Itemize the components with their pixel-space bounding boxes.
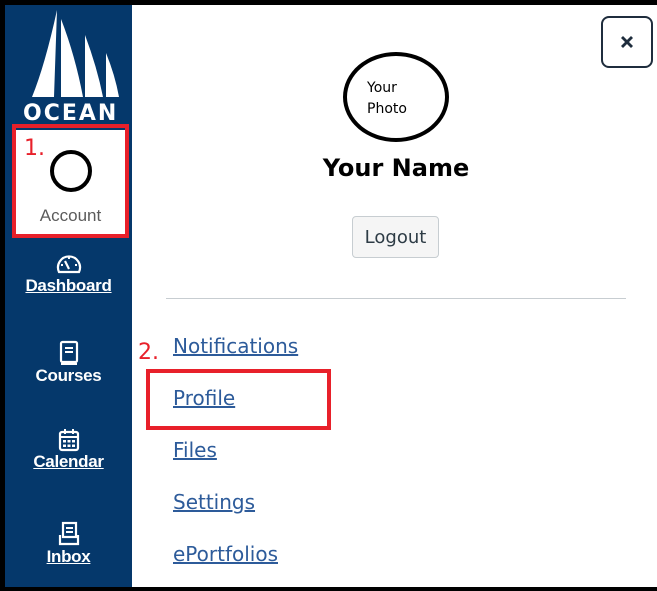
courses-book-icon: [59, 340, 78, 365]
sidebar-item-label: Calendar: [33, 452, 104, 471]
sidebar-item-courses[interactable]: Courses: [5, 340, 132, 386]
link-eportfolios[interactable]: ePortfolios: [173, 542, 278, 566]
link-files[interactable]: Files: [173, 438, 217, 462]
link-settings[interactable]: Settings: [173, 490, 255, 514]
sidebar-item-inbox[interactable]: Inbox: [5, 521, 132, 567]
close-button[interactable]: [601, 16, 653, 68]
dashboard-gauge-icon: [56, 255, 81, 274]
logout-button[interactable]: Logout: [352, 216, 439, 258]
profile-photo-placeholder[interactable]: Your Photo: [343, 52, 449, 142]
user-name: Your Name: [322, 154, 470, 182]
ocean-logo[interactable]: OCEAN: [5, 5, 132, 130]
tray-divider: [166, 298, 626, 299]
sidebar-item-calendar[interactable]: Calendar: [5, 428, 132, 472]
inbox-icon: [58, 521, 79, 546]
sidebar-item-dashboard[interactable]: Dashboard: [5, 252, 132, 296]
photo-placeholder-text: Your Photo: [367, 78, 427, 120]
logo-text: OCEAN: [23, 101, 119, 126]
photo-line-1: Your: [367, 80, 397, 96]
annotation-step-2: 2.: [138, 340, 159, 365]
link-profile[interactable]: Profile: [173, 386, 235, 410]
sidebar-item-label: Courses: [35, 366, 102, 385]
sidebar-item-label: Inbox: [46, 547, 91, 566]
photo-line-2: Photo: [367, 101, 407, 117]
sailboat-logo-icon: [32, 10, 119, 97]
annotation-step-1: 1.: [24, 136, 45, 161]
link-notifications[interactable]: Notifications: [173, 334, 298, 358]
global-navigation-sidebar: OCEAN Account Dashboard Courses Calendar…: [5, 5, 132, 587]
sidebar-item-label: Dashboard: [25, 276, 112, 295]
close-icon: [621, 36, 633, 48]
calendar-icon: [58, 429, 79, 452]
